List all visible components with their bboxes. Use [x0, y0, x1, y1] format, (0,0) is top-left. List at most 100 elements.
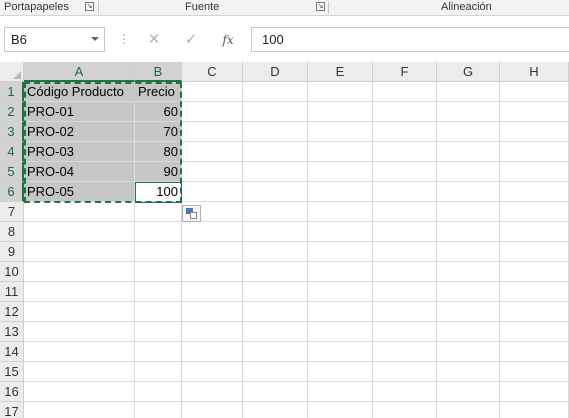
cell-d12[interactable]: [243, 302, 308, 322]
cell-a7[interactable]: [24, 202, 135, 222]
insert-function-icon[interactable]: fx: [218, 30, 238, 50]
column-header-f[interactable]: F: [373, 62, 437, 82]
cell-f4[interactable]: [373, 142, 437, 162]
cell-b1[interactable]: Precio: [135, 82, 182, 102]
cell-f14[interactable]: [373, 342, 437, 362]
cell-d13[interactable]: [243, 322, 308, 342]
row-header-3[interactable]: 3: [0, 122, 24, 142]
cell-h15[interactable]: [500, 362, 569, 382]
cell-d4[interactable]: [243, 142, 308, 162]
row-header-4[interactable]: 4: [0, 142, 24, 162]
row-header-11[interactable]: 11: [0, 282, 24, 302]
cell-a5[interactable]: PRO-04: [24, 162, 135, 182]
cell-e2[interactable]: [308, 102, 373, 122]
cell-d15[interactable]: [243, 362, 308, 382]
cell-b11[interactable]: [135, 282, 182, 302]
cell-g8[interactable]: [437, 222, 500, 242]
row-header-5[interactable]: 5: [0, 162, 24, 182]
cell-c14[interactable]: [182, 342, 243, 362]
cell-b12[interactable]: [135, 302, 182, 322]
cell-e6[interactable]: [308, 182, 373, 202]
cell-a4[interactable]: PRO-03: [24, 142, 135, 162]
cell-a10[interactable]: [24, 262, 135, 282]
cell-g1[interactable]: [437, 82, 500, 102]
cell-e10[interactable]: [308, 262, 373, 282]
cell-e16[interactable]: [308, 382, 373, 402]
cell-b16[interactable]: [135, 382, 182, 402]
cell-a17[interactable]: [24, 402, 135, 418]
cell-h5[interactable]: [500, 162, 569, 182]
cell-g5[interactable]: [437, 162, 500, 182]
cell-b3[interactable]: 70: [135, 122, 182, 142]
cell-c6[interactable]: [182, 182, 243, 202]
cell-g12[interactable]: [437, 302, 500, 322]
column-header-d[interactable]: D: [243, 62, 308, 82]
cell-h12[interactable]: [500, 302, 569, 322]
cell-h10[interactable]: [500, 262, 569, 282]
cell-c15[interactable]: [182, 362, 243, 382]
cell-d14[interactable]: [243, 342, 308, 362]
cell-c1[interactable]: [182, 82, 243, 102]
cell-h14[interactable]: [500, 342, 569, 362]
cell-d9[interactable]: [243, 242, 308, 262]
cell-c16[interactable]: [182, 382, 243, 402]
cell-g9[interactable]: [437, 242, 500, 262]
cell-a12[interactable]: [24, 302, 135, 322]
cell-g13[interactable]: [437, 322, 500, 342]
cell-g17[interactable]: [437, 402, 500, 418]
cell-f1[interactable]: [373, 82, 437, 102]
cell-f2[interactable]: [373, 102, 437, 122]
cell-g4[interactable]: [437, 142, 500, 162]
cell-b10[interactable]: [135, 262, 182, 282]
cell-b17[interactable]: [135, 402, 182, 418]
cell-c5[interactable]: [182, 162, 243, 182]
cell-g6[interactable]: [437, 182, 500, 202]
cell-a1[interactable]: Código Producto: [24, 82, 135, 102]
cell-f11[interactable]: [373, 282, 437, 302]
column-header-e[interactable]: E: [308, 62, 373, 82]
dialog-launcher-icon[interactable]: ↘: [85, 2, 94, 11]
cell-h6[interactable]: [500, 182, 569, 202]
row-header-17[interactable]: 17: [0, 402, 24, 418]
cell-b8[interactable]: [135, 222, 182, 242]
column-header-h[interactable]: H: [500, 62, 569, 82]
cell-e4[interactable]: [308, 142, 373, 162]
row-header-12[interactable]: 12: [0, 302, 24, 322]
row-header-2[interactable]: 2: [0, 102, 24, 122]
cell-b5[interactable]: 90: [135, 162, 182, 182]
cell-g10[interactable]: [437, 262, 500, 282]
cell-e11[interactable]: [308, 282, 373, 302]
cell-h17[interactable]: [500, 402, 569, 418]
cell-f16[interactable]: [373, 382, 437, 402]
cell-b13[interactable]: [135, 322, 182, 342]
cell-a3[interactable]: PRO-02: [24, 122, 135, 142]
cell-b4[interactable]: 80: [135, 142, 182, 162]
cell-d11[interactable]: [243, 282, 308, 302]
cell-h11[interactable]: [500, 282, 569, 302]
cell-a13[interactable]: [24, 322, 135, 342]
cell-g3[interactable]: [437, 122, 500, 142]
cell-c9[interactable]: [182, 242, 243, 262]
cell-h1[interactable]: [500, 82, 569, 102]
cell-g2[interactable]: [437, 102, 500, 122]
cell-g7[interactable]: [437, 202, 500, 222]
column-header-a[interactable]: A: [24, 62, 135, 82]
cell-a2[interactable]: PRO-01: [24, 102, 135, 122]
cell-a6[interactable]: PRO-05: [24, 182, 135, 202]
cell-f10[interactable]: [373, 262, 437, 282]
cell-h2[interactable]: [500, 102, 569, 122]
cell-e15[interactable]: [308, 362, 373, 382]
cell-a9[interactable]: [24, 242, 135, 262]
cell-c13[interactable]: [182, 322, 243, 342]
paste-options-icon[interactable]: [182, 205, 201, 222]
row-header-14[interactable]: 14: [0, 342, 24, 362]
formula-bar-grip-icon[interactable]: ⋮: [118, 29, 130, 49]
cell-c17[interactable]: [182, 402, 243, 418]
select-all-button[interactable]: [0, 62, 24, 82]
cell-f3[interactable]: [373, 122, 437, 142]
cell-c2[interactable]: [182, 102, 243, 122]
row-header-9[interactable]: 9: [0, 242, 24, 262]
cell-d3[interactable]: [243, 122, 308, 142]
cell-b14[interactable]: [135, 342, 182, 362]
cell-b9[interactable]: [135, 242, 182, 262]
